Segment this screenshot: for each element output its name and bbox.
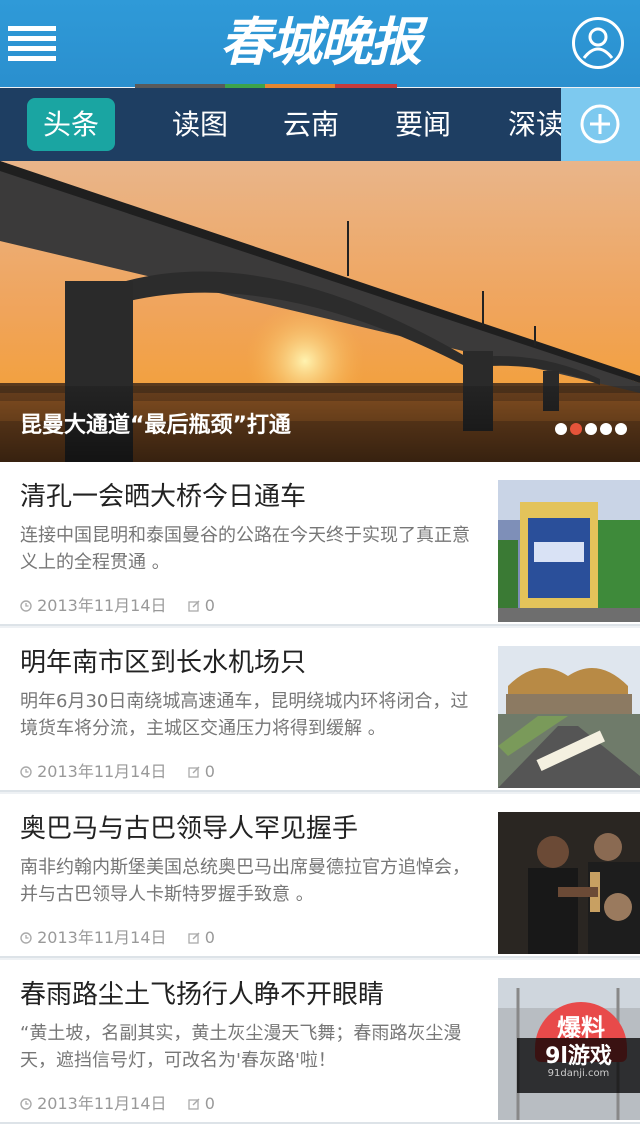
tab-news[interactable]: 要闻 bbox=[379, 98, 467, 151]
banner-title: 昆曼大通道“最后瓶颈”打通 bbox=[20, 413, 291, 438]
news-comment-count: 0 bbox=[204, 1094, 215, 1113]
news-thumbnail bbox=[498, 480, 640, 622]
news-summary: 连接中国昆明和泰国曼谷的公路在今天终于实现了真正意义上的全程贯通 。 bbox=[20, 525, 470, 573]
add-channel-button[interactable] bbox=[561, 88, 640, 161]
news-comment-count: 0 bbox=[204, 928, 215, 947]
carousel-dot[interactable] bbox=[615, 423, 627, 435]
app-header: 春城晚报 bbox=[0, 0, 640, 87]
news-title: 奥巴马与古巴领导人罕见握手 bbox=[20, 814, 359, 844]
app-logo: 春城晚报 bbox=[219, 12, 422, 73]
news-comment-count: 0 bbox=[204, 596, 215, 615]
comment-edit-icon bbox=[187, 932, 200, 944]
news-date: 2013年11月14日 bbox=[37, 1094, 167, 1113]
news-meta: 2013年11月14日 0 bbox=[20, 1090, 215, 1114]
menu-icon[interactable] bbox=[8, 22, 56, 64]
carousel-dot[interactable] bbox=[555, 423, 567, 435]
news-date: 2013年11月14日 bbox=[37, 762, 167, 781]
comment-edit-icon bbox=[187, 1098, 200, 1110]
news-meta: 2013年11月14日 0 bbox=[20, 924, 215, 948]
tab-yunnan[interactable]: 云南 bbox=[267, 98, 355, 151]
news-summary: 明年6月30日南绕城高速通车，昆明绕城内环将闭合，过境货车将分流，主城区交通压力… bbox=[20, 691, 469, 739]
site-watermark: 9l游戏 91danji.com bbox=[517, 1038, 640, 1093]
news-title: 春雨路尘土飞扬行人睁不开眼睛 bbox=[20, 980, 385, 1010]
clock-icon bbox=[20, 932, 32, 944]
news-title: 清孔一会晒大桥今日通车 bbox=[20, 482, 307, 512]
news-summary: 南非约翰内斯堡美国总统奥巴马出席曼德拉官方追悼会，并与古巴领导人卡斯特罗握手致意… bbox=[20, 857, 470, 905]
news-item[interactable]: 清孔一会晒大桥今日通车 连接中国昆明和泰国曼谷的公路在今天终于实现了真正意义上的… bbox=[0, 462, 640, 626]
comment-edit-icon bbox=[187, 600, 200, 612]
news-meta: 2013年11月14日 0 bbox=[20, 758, 215, 782]
news-comment-count: 0 bbox=[204, 762, 215, 781]
news-item[interactable]: 奥巴马与古巴领导人罕见握手 南非约翰内斯堡美国总统奥巴马出席曼德拉官方追悼会，并… bbox=[0, 794, 640, 958]
user-profile-icon[interactable] bbox=[572, 17, 624, 69]
comment-edit-icon bbox=[187, 766, 200, 778]
news-thumbnail bbox=[498, 646, 640, 788]
carousel-dot[interactable] bbox=[585, 423, 597, 435]
watermark-url: 91danji.com bbox=[547, 1068, 610, 1079]
carousel-dot[interactable] bbox=[600, 423, 612, 435]
news-meta: 2013年11月14日 0 bbox=[20, 592, 215, 616]
category-tabbar: 头条 读图 云南 要闻 深读 bbox=[0, 88, 640, 161]
news-title: 明年南市区到长水机场只 bbox=[20, 648, 307, 678]
carousel-dot-active[interactable] bbox=[570, 423, 582, 435]
watermark-main: 9l游戏 bbox=[545, 1044, 612, 1069]
news-summary: “黄土坡，名副其实，黄土灰尘漫天飞舞；春雨路灰尘漫天，遮挡信号灯，可改名为'春灰… bbox=[20, 1023, 462, 1071]
clock-icon bbox=[20, 766, 32, 778]
news-thumbnail bbox=[498, 812, 640, 954]
news-date: 2013年11月14日 bbox=[37, 928, 167, 947]
clock-icon bbox=[20, 600, 32, 612]
tab-photos[interactable]: 读图 bbox=[156, 98, 244, 151]
news-item[interactable]: 明年南市区到长水机场只 明年6月30日南绕城高速通车，昆明绕城内环将闭合，过境货… bbox=[0, 628, 640, 792]
news-date: 2013年11月14日 bbox=[37, 596, 167, 615]
carousel-indicator bbox=[555, 420, 630, 435]
clock-icon bbox=[20, 1098, 32, 1110]
tab-headlines[interactable]: 头条 bbox=[27, 98, 115, 151]
plus-icon bbox=[580, 104, 620, 144]
